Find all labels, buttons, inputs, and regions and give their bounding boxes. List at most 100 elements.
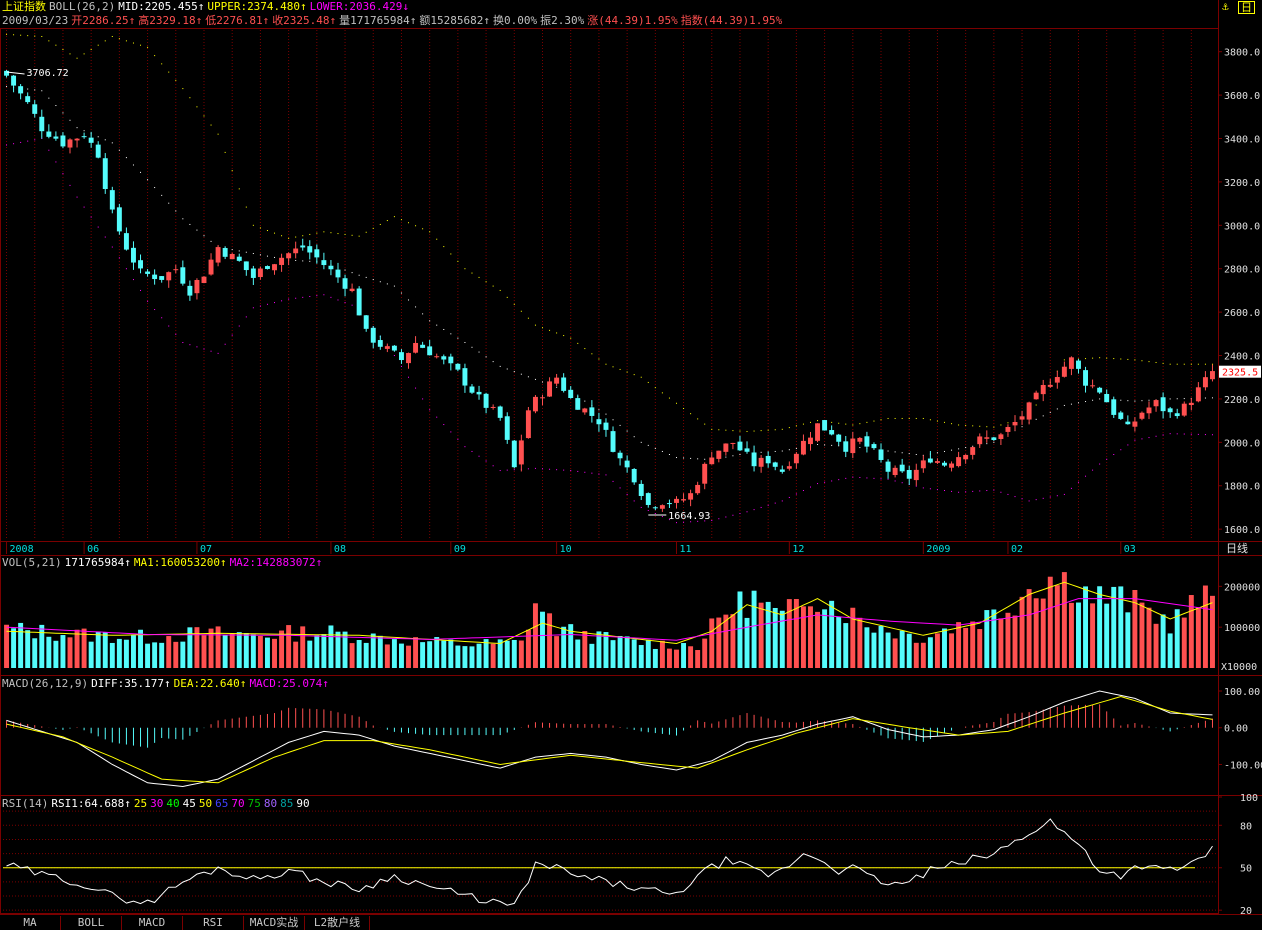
boll-upper-band-dot [774,429,776,431]
boll-upper-band-dot [20,34,22,36]
boll-upper-band-dot [1169,363,1171,365]
boll-mid-band-dot [993,441,995,443]
indicator-tab-3[interactable]: MACD [122,916,183,930]
boll-mid-band-dot [619,424,621,426]
indicator-tab-2[interactable]: BOLL [61,916,122,930]
candle-down [991,437,997,441]
candle-down [1118,412,1124,419]
boll-mid-band-dot [1211,397,1213,399]
volume-bar [892,638,898,668]
boll-upper-band-dot [1162,362,1164,364]
volume-indicator-name[interactable]: VOL(5,21) [2,556,62,569]
boll-upper-band-dot [118,38,120,40]
price-tick-label: 2400.0 [1224,352,1260,363]
candle-up [1139,412,1145,419]
boll-mid-band-dot [372,279,374,281]
boll-lower-band-dot [147,300,149,302]
boll-upper-band-dot [697,418,699,420]
volume-bar [843,623,849,668]
boll-lower-band-dot [1141,438,1143,440]
indicator-name[interactable]: BOLL(26,2) [49,0,115,13]
candle-down [927,458,933,463]
boll-lower-band-dot [457,438,459,440]
candle-down [1083,370,1089,386]
volume-bar [60,635,66,668]
candle-down [46,131,52,137]
boll-lower-band-dot [767,504,769,506]
indicator-tab-6[interactable]: L2散户线 [305,916,370,930]
volume-tick-label: 100000 [1224,623,1260,634]
boll-lower-band-dot [1197,433,1199,435]
indicator-tab-4[interactable]: RSI [183,916,244,930]
boll-lower-band-dot [34,139,36,141]
date-tick-label: 12 [792,544,804,555]
volume-bar [829,600,835,668]
volume-bar [934,633,940,668]
boll-mid-band-dot [464,342,466,344]
candle-down [1174,413,1180,417]
volume-bar [300,626,306,668]
candle-up [1188,402,1194,406]
candle-up [1195,387,1201,402]
boll-lower-band-dot [1014,496,1016,498]
stock-chart[interactable]: 1600.0 1800.0 2000.0 2200.0 2400.0 2600.0 2800… [0,0,1262,929]
boll-mid-band-dot [1070,403,1072,405]
boll-mid-band-dot [69,119,71,121]
quote-date: 2009/03/23 [2,14,69,27]
rsi-level-30: 30 [150,797,164,810]
macd-tick-label: 100.00 [1224,687,1260,698]
boll-lower-band-dot [274,302,276,304]
indicator-tab-1[interactable]: MA [0,916,61,930]
candle-up [963,454,969,460]
boll-upper-band-dot [534,324,536,326]
boll-lower-band-dot [972,490,974,492]
volume-bar [652,648,658,668]
volume-current: 171765984↑ [64,556,131,569]
boll-mid-band-dot [1120,399,1122,401]
boll-mid-band-dot [739,453,741,455]
candle-up [166,272,172,281]
volume-bar [229,633,235,668]
boll-mid-band-dot [605,413,607,415]
symbol-name[interactable]: 上证指数 [2,0,46,13]
volume-bar [1132,589,1138,668]
candle-down [561,377,567,391]
boll-mid-band-dot [795,447,797,449]
volume-bar [46,636,52,668]
anchor-icon[interactable]: ⚓ [1222,0,1229,13]
candle-down [420,344,426,348]
rsi-level-65: 65 [215,797,229,810]
boll-lower-band-dot [393,355,395,357]
boll-upper-band-dot [422,228,424,230]
boll-lower-band-dot [1162,434,1164,436]
candle-up [490,406,496,408]
volume-bar [236,632,242,668]
volume-bar [448,639,454,668]
boll-upper-band-dot [344,233,346,235]
candle-up [681,499,687,501]
boll-mid-band-dot [781,450,783,452]
boll-lower-band-dot [295,297,297,299]
volume-bar [222,635,228,668]
volume-bar [822,609,828,668]
price-tick-label: 1800.0 [1224,482,1260,493]
candle-down [11,75,17,86]
boll-upper-band-dot [415,225,417,227]
candle-up [1181,403,1187,416]
boll-mid-band-dot [76,127,78,129]
boll-lower-band-dot [640,506,642,508]
boll-lower-band-dot [1000,491,1002,493]
boll-upper-band-dot [1190,363,1192,365]
macd-indicator-name[interactable]: MACD(26,12,9) [2,677,88,690]
candle-down [483,393,489,408]
indicator-tab-5[interactable]: MACD实战 [244,916,305,930]
period-button[interactable]: 日 [1238,1,1255,14]
boll-upper-band-dot [302,235,304,237]
boll-upper-band-dot [295,236,297,238]
candle-down [95,144,101,158]
boll-lower-band-dot [781,500,783,502]
boll-lower-band-dot [866,477,868,479]
boll-lower-band-dot [739,513,741,515]
rsi-indicator-name[interactable]: RSI(14) [2,797,48,810]
boll-lower-band-dot [534,467,536,469]
